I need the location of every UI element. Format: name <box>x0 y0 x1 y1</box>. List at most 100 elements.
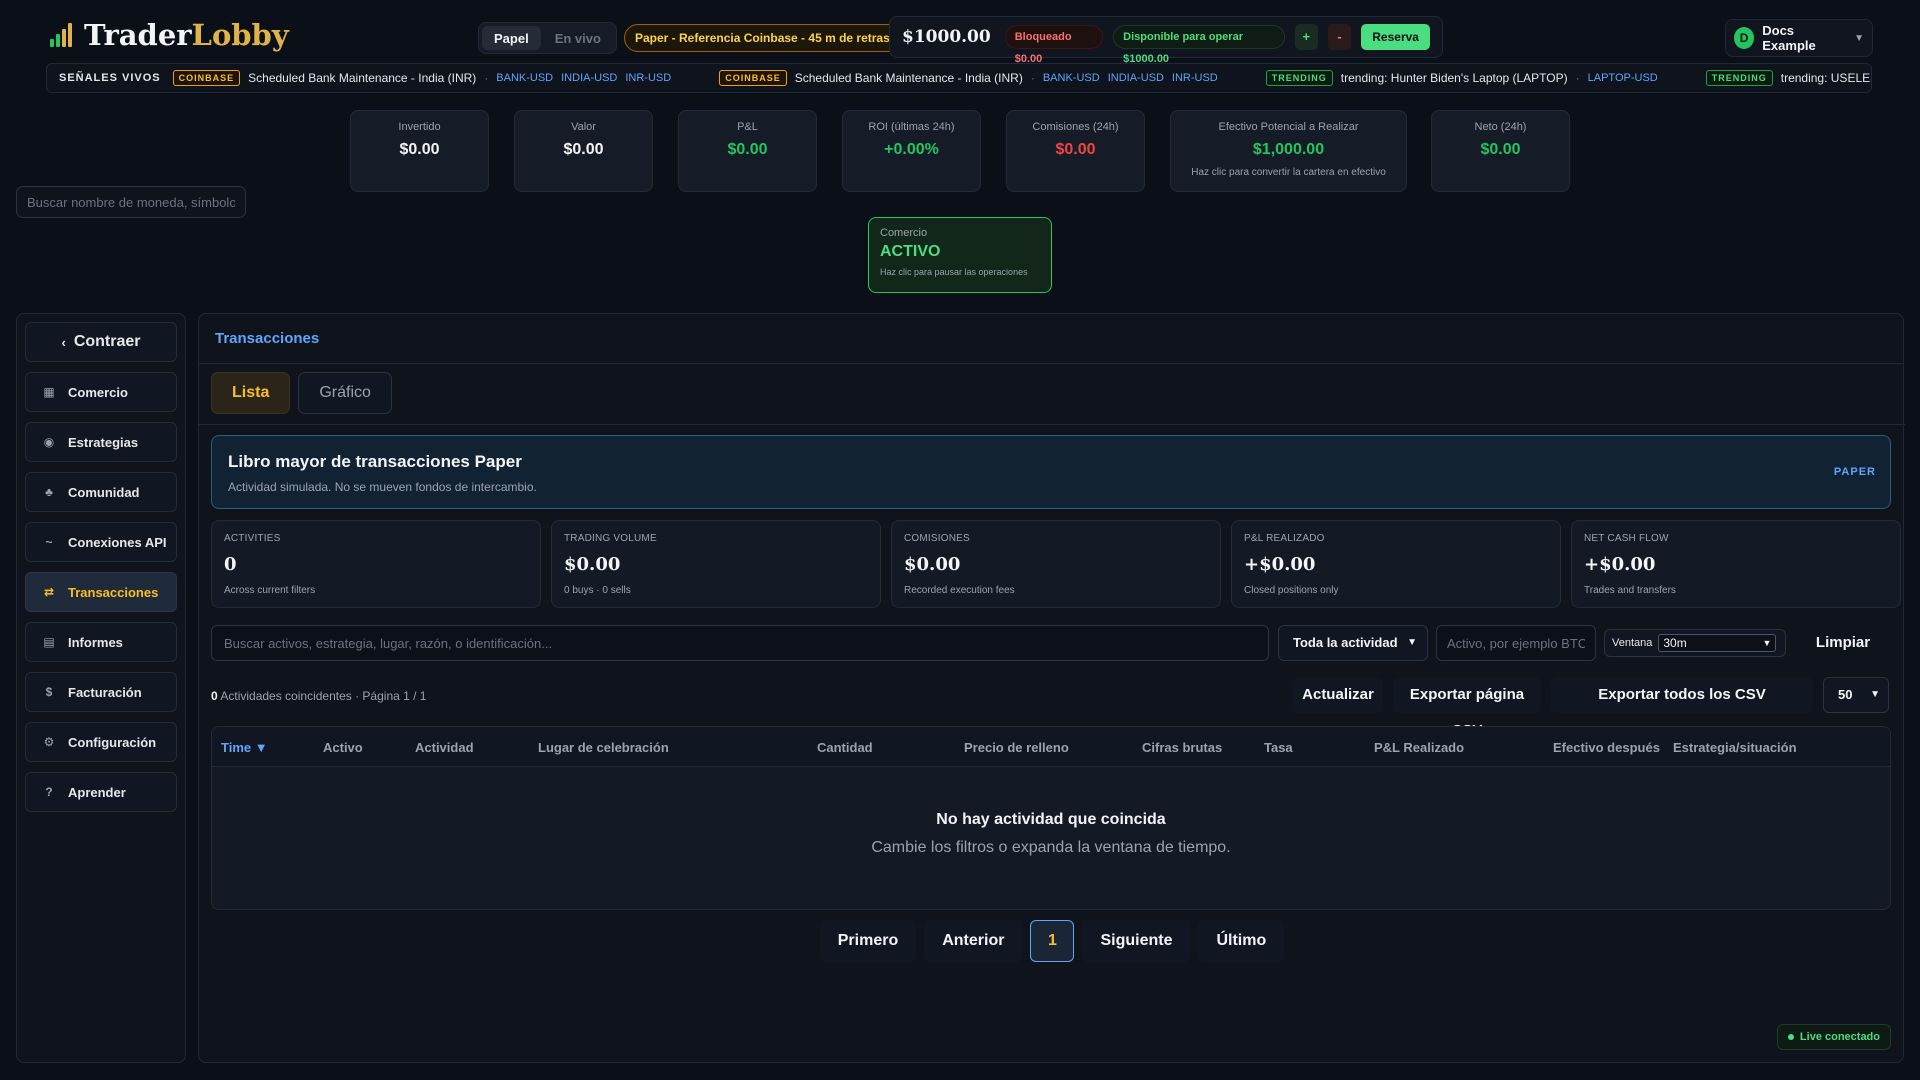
column-header-venue[interactable]: Lugar de celebración <box>538 740 669 755</box>
ticker-item[interactable]: COINBASE Scheduled Bank Maintenance - In… <box>719 70 1226 86</box>
asset-filter-input[interactable] <box>1436 625 1596 661</box>
results-count: 0 Actividades coincidentes · Página 1 / … <box>211 689 426 703</box>
add-funds-button[interactable]: + <box>1294 24 1318 50</box>
next-page-button[interactable]: Siguiente <box>1082 920 1191 962</box>
ticker-tag: TRENDING <box>1705 70 1773 86</box>
metric-realized-pnl: P&L REALIZADO +$0.00 Closed positions on… <box>1231 520 1561 608</box>
target-icon: ◉ <box>43 435 55 449</box>
swap-icon: ⇄ <box>43 585 55 599</box>
view-tabs: Lista Gráfico <box>211 372 392 414</box>
last-page-button[interactable]: Último <box>1198 920 1285 962</box>
column-header-fill-price[interactable]: Precio de relleno <box>964 740 1069 755</box>
ticker-symbol[interactable]: INDIA-USD <box>561 72 617 84</box>
metric-sub: Recorded execution fees <box>904 585 1015 596</box>
metric-trading-volume: TRADING VOLUME $0.00 0 buys · 0 sells <box>551 520 881 608</box>
paper-reference-badge: Paper - Referencia Coinbase - 45 m de re… <box>624 24 909 52</box>
column-header-gross[interactable]: Cifras brutas <box>1142 740 1222 755</box>
column-header-cash-after[interactable]: Efectivo después <box>1553 740 1660 755</box>
status-dot-icon <box>1787 1034 1794 1041</box>
tab-chart[interactable]: Gráfico <box>298 372 392 414</box>
page-size-select[interactable]: 50 ▼ <box>1823 677 1889 713</box>
chevron-left-icon: ‹ <box>61 334 66 350</box>
user-menu[interactable]: D Docs Example ▼ <box>1725 19 1873 57</box>
metric-fees: COMISIONES $0.00 Recorded execution fees <box>891 520 1221 608</box>
ticker-symbol[interactable]: INR-USD <box>625 72 671 84</box>
stat-potential-cash[interactable]: Efectivo Potencial a Realizar $1,000.00 … <box>1170 110 1407 192</box>
column-header-time[interactable]: Time ▼ <box>221 740 268 755</box>
trading-status-label: Comercio <box>880 227 928 239</box>
connection-icon: ~ <box>45 535 53 549</box>
avatar: D <box>1734 27 1755 49</box>
activity-type-select[interactable]: Toda la actividad ▼ <box>1278 625 1428 661</box>
pagination: Primero Anterior 1 Siguiente Último <box>199 920 1905 962</box>
stat-invested: Invertido $0.00 <box>350 110 489 192</box>
user-name: Docs Example <box>1762 23 1816 53</box>
ticker-symbol[interactable]: BANK-USD <box>1043 72 1100 84</box>
stat-roi: ROI (últimas 24h) +0.00% <box>842 110 981 192</box>
sidebar-item-api-connections[interactable]: ~ Conexiones API <box>25 522 177 562</box>
export-all-csv-button[interactable]: Exportar todos los CSV <box>1551 677 1813 713</box>
column-header-asset[interactable]: Activo <box>323 740 363 755</box>
sidebar-item-transactions[interactable]: ⇄ Transacciones <box>25 572 177 612</box>
metric-value: 0 <box>224 554 237 575</box>
sidebar-item-label: Estrategias <box>68 434 139 450</box>
first-page-button[interactable]: Primero <box>819 920 917 962</box>
sidebar-item-label: Informes <box>68 634 123 650</box>
ticker-item[interactable]: COINBASE Scheduled Bank Maintenance - In… <box>172 70 680 86</box>
sidebar-item-community[interactable]: ♣ Comunidad <box>25 472 177 512</box>
remove-funds-button[interactable]: - <box>1327 24 1352 50</box>
sidebar-item-commerce[interactable]: ▦ Comercio <box>25 372 177 412</box>
refresh-button[interactable]: Actualizar <box>1293 677 1383 713</box>
stat-value-total: Valor $0.00 <box>514 110 653 192</box>
column-header-quantity[interactable]: Cantidad <box>817 740 873 755</box>
sidebar-item-settings[interactable]: ⚙ Configuración <box>25 722 177 762</box>
ticker-item[interactable]: TRENDING trending: Hunter Biden's Laptop… <box>1265 70 1666 86</box>
ticker-text: trending: USELESS STONK (STON <box>1780 71 1871 85</box>
column-header-fee[interactable]: Tasa <box>1264 740 1293 755</box>
current-page-button[interactable]: 1 <box>1030 920 1075 962</box>
ticker-symbol[interactable]: INDIA-USD <box>1108 72 1164 84</box>
balance-bar: $1000.00 Bloqueado $0.00 Disponible para… <box>889 16 1443 65</box>
time-window-select[interactable]: 30m ▼ <box>1658 634 1777 652</box>
results-count-text: Actividades coincidentes · Página 1 / 1 <box>217 689 427 703</box>
collapse-sidebar-button[interactable]: ‹ Contraer <box>25 322 177 362</box>
reserve-button[interactable]: Reserva <box>1361 24 1430 50</box>
previous-page-button[interactable]: Anterior <box>924 920 1023 962</box>
ticker-symbol[interactable]: BANK-USD <box>496 72 553 84</box>
ledger-subtitle: Actividad simulada. No se mueven fondos … <box>228 480 537 494</box>
ticker-symbol[interactable]: INR-USD <box>1172 72 1218 84</box>
empty-state-title: No hay actividad que coincida <box>936 811 1166 828</box>
ticker-separator: · <box>484 71 489 85</box>
time-window-value: 30m <box>1663 636 1687 650</box>
sidebar-item-reports[interactable]: ▤ Informes <box>25 622 177 662</box>
mode-live-button[interactable]: En vivo <box>543 26 613 50</box>
column-header-activity[interactable]: Actividad <box>415 740 474 755</box>
ticker-item[interactable]: TRENDING trending: USELESS STONK (STON <box>1705 70 1871 86</box>
ticker-title: SEÑALES VIVOS <box>59 72 161 84</box>
transactions-search-input[interactable] <box>211 625 1269 661</box>
sidebar-item-strategies[interactable]: ◉ Estrategias <box>25 422 177 462</box>
sidebar-item-label: Aprender <box>68 784 126 800</box>
sidebar-item-label: Comunidad <box>68 484 140 500</box>
help-icon: ? <box>45 785 53 799</box>
chevron-down-icon: ▼ <box>1407 637 1417 648</box>
stat-pnl: P&L $0.00 <box>678 110 817 192</box>
ticker-separator: · <box>1030 71 1035 85</box>
ticker-symbol[interactable]: LAPTOP-USD <box>1588 72 1658 84</box>
stat-value: $0.00 <box>727 141 768 158</box>
sidebar-item-label: Comercio <box>68 384 128 400</box>
sidebar-item-learn[interactable]: ? Aprender <box>25 772 177 812</box>
tab-list[interactable]: Lista <box>211 372 291 414</box>
coin-search-input[interactable] <box>16 186 246 218</box>
mode-paper-button[interactable]: Papel <box>482 26 541 50</box>
sidebar: ‹ Contraer ▦ Comercio ◉ Estrategias ♣ Co… <box>16 313 186 1063</box>
clear-filters-button[interactable]: Limpiar <box>1799 625 1887 661</box>
trading-status-toggle[interactable]: Comercio ACTIVO Haz clic para pausar las… <box>868 217 1052 293</box>
column-header-realized-pnl[interactable]: P&L Realizado <box>1374 740 1464 755</box>
chevron-down-icon: ▼ <box>1762 638 1772 648</box>
stat-label: Comisiones (24h) <box>1032 121 1119 133</box>
sidebar-item-billing[interactable]: $ Facturación <box>25 672 177 712</box>
export-page-csv-button[interactable]: Exportar página CSV <box>1393 677 1541 739</box>
brand-logo[interactable]: TraderLobby <box>50 18 289 52</box>
column-header-strategy[interactable]: Estrategia/situación <box>1673 740 1797 755</box>
